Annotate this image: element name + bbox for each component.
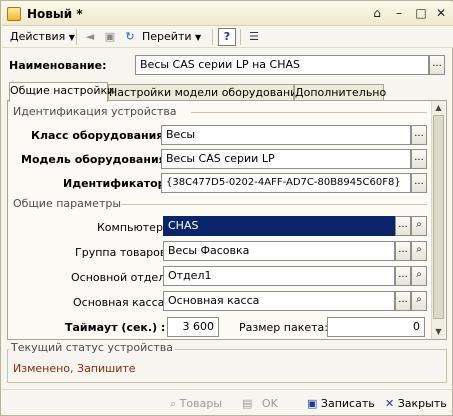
name-field[interactable]: Весы CAS серии LP на CHAS xyxy=(135,55,429,75)
computer-ellipsis-button[interactable]: ... xyxy=(395,216,411,236)
group-search-icon[interactable]: ⌕ xyxy=(411,241,427,261)
name-ellipsis-button[interactable]: ... xyxy=(429,55,445,75)
tab-general[interactable]: Общие настройки xyxy=(9,82,114,102)
ok-button[interactable]: ▤ OK xyxy=(242,397,278,411)
help-button[interactable]: ? xyxy=(218,28,236,46)
save-icon: ▣ xyxy=(307,397,318,410)
save-label: Записать xyxy=(320,397,375,410)
id-field[interactable]: {38C477D5-0202-4AFF-AD7C-80B8945C60F8} xyxy=(161,173,411,193)
pin-icon[interactable]: ⌂ xyxy=(368,6,386,22)
dept-ellipsis-button[interactable]: ... xyxy=(395,266,411,286)
toolbar-separator xyxy=(240,29,241,45)
dept-field[interactable]: Отдел1 xyxy=(163,266,395,286)
title-bar: Новый * ⌂ – □ ✕ xyxy=(2,2,453,26)
computer-search-icon[interactable]: ⌕ xyxy=(411,216,427,236)
window-title: Новый * xyxy=(27,7,83,21)
printer-icon: ▤ xyxy=(242,397,253,410)
close-label: Закрыть xyxy=(397,397,447,410)
class-ellipsis-button[interactable]: ... xyxy=(411,125,427,145)
id-ellipsis-button[interactable]: ... xyxy=(411,173,427,193)
goods-icon: ⌕ xyxy=(170,397,177,410)
general-section-title: Общие параметры xyxy=(13,197,122,210)
minimize-button[interactable]: – xyxy=(390,6,408,22)
close-window-button[interactable]: ✕ xyxy=(432,6,450,22)
document-icon xyxy=(7,7,21,21)
packet-size-field[interactable]: 0 xyxy=(327,317,425,337)
copy-icon[interactable]: ▣ xyxy=(102,29,118,45)
group-field[interactable]: Весы Фасовка xyxy=(163,241,395,261)
name-label: Наименование: xyxy=(9,59,107,72)
divider xyxy=(121,204,427,205)
goto-label: Перейти xyxy=(142,30,192,43)
close-icon: ✕ xyxy=(385,397,395,410)
goods-button[interactable]: ⌕ Товары xyxy=(170,397,222,411)
cash-field[interactable]: Основная касса xyxy=(163,291,395,311)
group-ellipsis-button[interactable]: ... xyxy=(395,241,411,261)
list-icon[interactable]: ☰ xyxy=(246,29,262,45)
maximize-button[interactable]: □ xyxy=(412,6,430,22)
refresh-icon[interactable]: ↻ xyxy=(122,29,138,45)
toolbar-separator xyxy=(212,29,213,45)
toolbar-separator xyxy=(76,29,77,45)
chevron-down-icon: ▼ xyxy=(68,33,75,42)
tab-model-settings[interactable]: Настройки модели оборудования xyxy=(108,84,304,101)
class-field[interactable]: Весы xyxy=(161,125,411,145)
actions-menu[interactable]: Действия ▼ xyxy=(10,29,75,45)
device-id-section-title: Идентификация устройства xyxy=(13,105,177,118)
dialog-window: Новый * ⌂ – □ ✕ Действия ▼ ◄ ▣ ↻ Перейти… xyxy=(0,0,453,416)
actions-label: Действия xyxy=(10,30,66,43)
dept-label: Основной отдел : xyxy=(71,271,173,284)
class-label: Класс оборудования : xyxy=(31,129,172,142)
vertical-scrollbar[interactable]: ▲ ▼ xyxy=(431,101,445,339)
computer-field[interactable]: CHAS xyxy=(163,216,395,236)
packet-size-label: Размер пакета: xyxy=(239,321,328,334)
computer-label: Компьютер : xyxy=(97,221,171,234)
timeout-label: Таймаут (сек.) : xyxy=(65,321,166,334)
group-label: Группа товаров : xyxy=(75,246,174,259)
chevron-down-icon: ▼ xyxy=(195,33,202,42)
cash-label: Основная касса : xyxy=(73,296,172,309)
scroll-down-icon[interactable]: ▼ xyxy=(432,325,445,338)
id-label: Идентификатор : xyxy=(63,177,174,190)
model-label: Модель оборудования : xyxy=(21,153,174,166)
cash-search-icon[interactable]: ⌕ xyxy=(411,291,427,311)
back-icon[interactable]: ◄ xyxy=(82,29,98,45)
divider xyxy=(191,112,427,113)
status-title: Текущий статус устройства xyxy=(9,341,175,354)
scroll-up-icon[interactable]: ▲ xyxy=(432,101,445,114)
close-button[interactable]: ✕ Закрыть xyxy=(385,397,447,411)
model-field[interactable]: Весы CAS серии LP xyxy=(161,149,411,169)
ok-label: OK xyxy=(261,397,278,410)
model-ellipsis-button[interactable]: ... xyxy=(411,149,427,169)
bottom-bar: ⌕ Товары ▤ OK ▣ Записать ✕ Закрыть xyxy=(2,389,453,416)
scroll-thumb[interactable] xyxy=(433,115,444,319)
cash-ellipsis-button[interactable]: ... xyxy=(395,291,411,311)
goods-label: Товары xyxy=(179,397,223,410)
toolbar: Действия ▼ ◄ ▣ ↻ Перейти ▼ ? ☰ xyxy=(2,26,453,48)
save-button[interactable]: ▣ Записать xyxy=(307,397,375,411)
tab-additional[interactable]: Дополнительно xyxy=(294,84,386,101)
dept-search-icon[interactable]: ⌕ xyxy=(411,266,427,286)
goto-menu[interactable]: Перейти ▼ xyxy=(142,29,201,45)
status-text: Изменено, Запишите xyxy=(13,362,136,375)
timeout-field[interactable]: 3 600 xyxy=(167,317,219,337)
